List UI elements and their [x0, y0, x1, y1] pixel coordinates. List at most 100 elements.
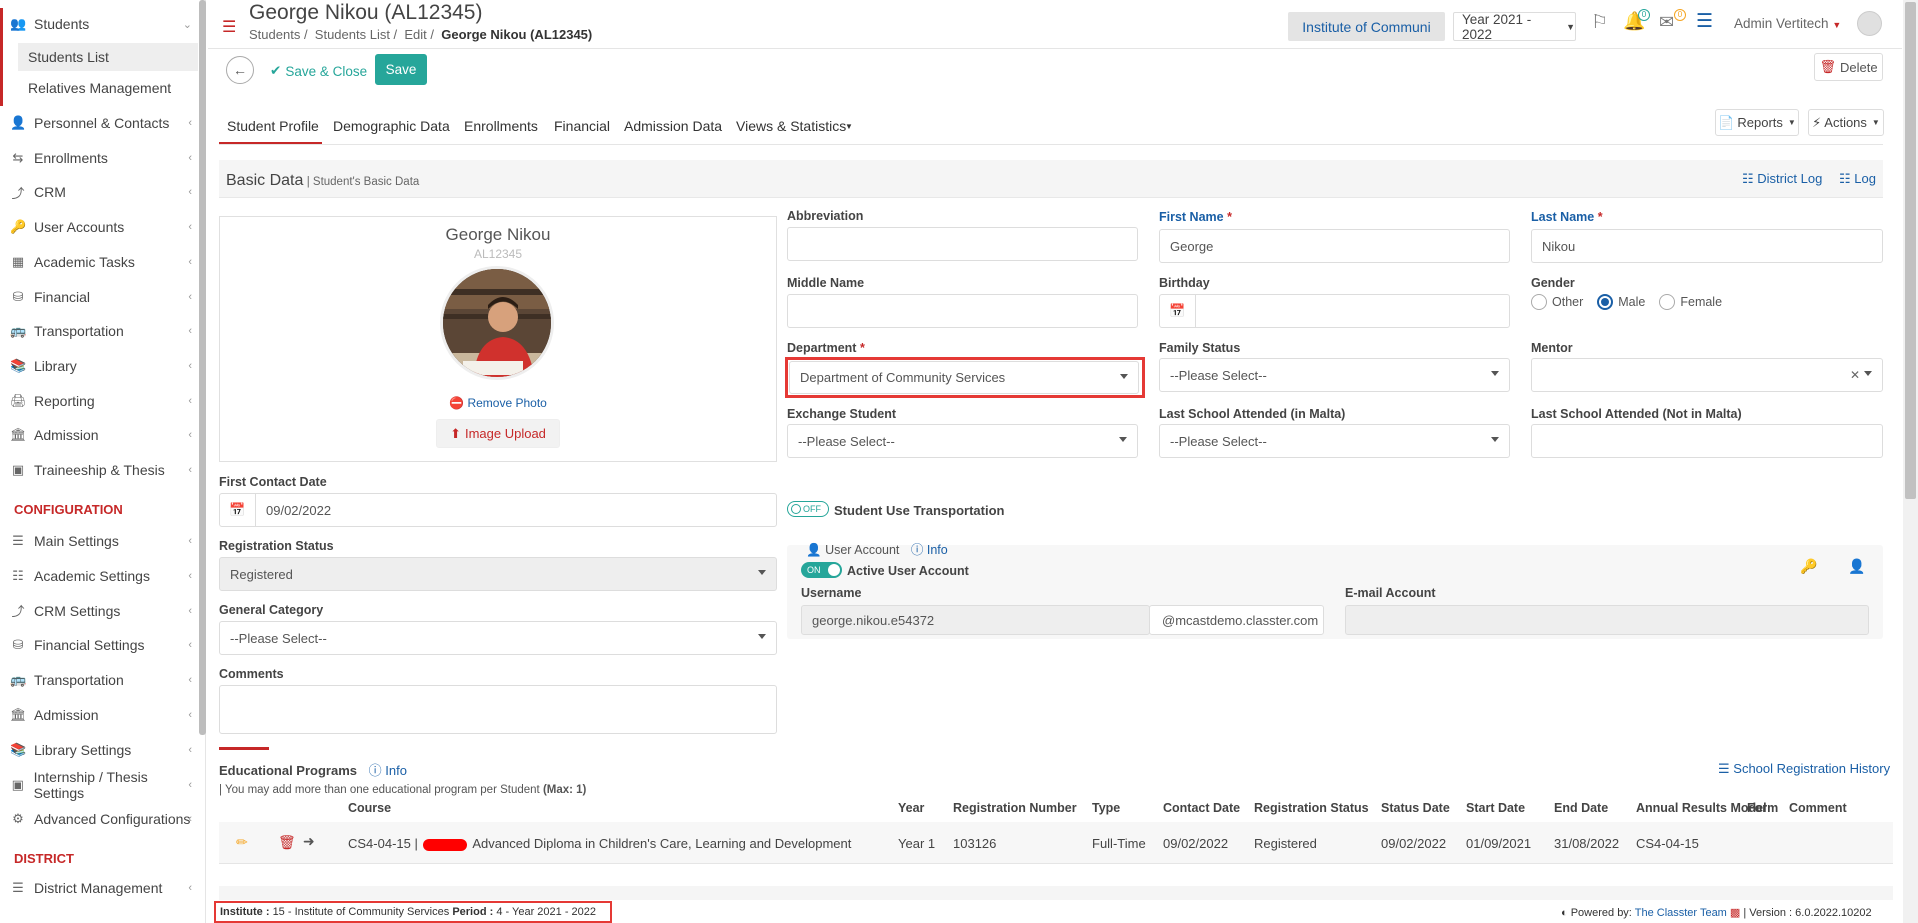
- footer-team-link[interactable]: The Classter Team: [1635, 907, 1727, 919]
- username-input[interactable]: george.nikou.e54372: [801, 605, 1150, 635]
- image-upload-button[interactable]: ⬆ Image Upload: [436, 419, 560, 448]
- breadcrumb-students-list[interactable]: Students List: [315, 27, 390, 42]
- calendar-icon[interactable]: 📅: [1160, 295, 1196, 327]
- active-account-toggle[interactable]: ON: [801, 562, 842, 578]
- sidebar-item-internship-thesis-settings[interactable]: ▣ Internship / Thesis Settings ‹: [0, 769, 198, 801]
- flag-icon[interactable]: ⚐: [1591, 11, 1608, 34]
- cell-year: Year 1: [898, 836, 936, 851]
- sidebar-item-transportation[interactable]: 🚌 Transportation ‹: [0, 316, 198, 346]
- sidebar-item-students-list[interactable]: Students List: [18, 43, 198, 71]
- delete-button[interactable]: 🗑 Delete: [1814, 53, 1883, 81]
- tab-views-statistics[interactable]: Views & Statistics: [736, 118, 846, 134]
- save-close-button[interactable]: ✔ Save & Close: [270, 60, 367, 82]
- sidebar-item-academic-settings[interactable]: ☷ Academic Settings ‹: [0, 561, 198, 591]
- transport-label: Student Use Transportation: [834, 503, 1005, 518]
- sidebar-item-financial[interactable]: ⛁ Financial ‹: [0, 282, 198, 312]
- sidebar-item-crm-settings[interactable]: ⤴ CRM Settings ‹: [0, 596, 198, 626]
- footer-institute-label: Institute :: [220, 906, 270, 918]
- mentor-select[interactable]: ✕: [1531, 358, 1883, 392]
- sidebar-item-crm[interactable]: ⤴ CRM ‹: [0, 177, 198, 207]
- sidebar-item-user-accounts[interactable]: 🔑 User Accounts ‹: [0, 212, 198, 242]
- sidebar-item-transportation[interactable]: 🚌 Transportation ‹: [0, 665, 198, 695]
- save-close-label: Save & Close: [285, 63, 368, 79]
- exchange-select[interactable]: --Please Select--: [787, 424, 1138, 458]
- pencil-icon[interactable]: ✏: [236, 834, 248, 851]
- district-log-link[interactable]: ☷ District Log: [1742, 171, 1822, 187]
- first-contact-input[interactable]: 📅 09/02/2022: [219, 493, 777, 527]
- first-name-label-text: First Name: [1159, 210, 1224, 224]
- reports-button[interactable]: 📄 Reports ▼: [1715, 109, 1799, 136]
- calendar-icon[interactable]: 📅: [220, 494, 256, 526]
- last-school-malta-select[interactable]: --Please Select--: [1159, 424, 1510, 458]
- sidebar-item-advanced-configurations[interactable]: ⚙ Advanced Configurations ‹: [0, 804, 198, 834]
- radio-other[interactable]: [1531, 294, 1547, 310]
- sidebar-item-admission[interactable]: 🏛 Admission ‹: [0, 420, 198, 450]
- sidebar-item-relatives[interactable]: Relatives Management: [18, 74, 198, 102]
- config-heading: CONFIGURATION: [14, 502, 123, 517]
- user-account-info[interactable]: ⓘ Info: [911, 543, 948, 557]
- hamburger-icon[interactable]: ☰: [222, 17, 236, 37]
- main-scrollbar-thumb[interactable]: [1905, 2, 1916, 499]
- back-button[interactable]: ←: [226, 56, 254, 84]
- first-name-input[interactable]: George: [1159, 229, 1510, 263]
- chevron-left-icon: ‹: [188, 325, 192, 338]
- sidebar-item-personnel-contacts[interactable]: 👤 Personnel & Contacts ‹: [0, 108, 198, 138]
- sidebar-item-library-settings[interactable]: 📚 Library Settings ‹: [0, 735, 198, 765]
- sidebar-item-library[interactable]: 📚 Library ‹: [0, 351, 198, 381]
- sidebar-item-enrollments[interactable]: ⇆ Enrollments ‹: [0, 143, 198, 173]
- general-cat-select[interactable]: --Please Select--: [219, 621, 777, 655]
- transport-toggle[interactable]: OFF: [787, 501, 829, 517]
- clear-icon[interactable]: ✕: [1850, 368, 1860, 382]
- avatar[interactable]: [1857, 11, 1882, 36]
- exchange-value: --Please Select--: [798, 433, 895, 449]
- caret-down-icon: [1120, 374, 1128, 379]
- tab-enrollments[interactable]: Enrollments: [464, 118, 538, 134]
- chevron-left-icon: ‹: [188, 674, 192, 687]
- save-button[interactable]: Save: [375, 54, 427, 85]
- year-selector[interactable]: Year 2021 - 2022 ▼: [1453, 12, 1576, 42]
- comments-textarea[interactable]: [219, 685, 777, 734]
- sidebar-item-traineeship-thesis[interactable]: ▣ Traineeship & Thesis ‹: [0, 455, 198, 485]
- sidebar-item-reporting[interactable]: 🖨 Reporting ‹: [0, 386, 198, 416]
- last-school-not-malta-input[interactable]: [1531, 424, 1883, 458]
- mail-icon[interactable]: ✉: [1659, 12, 1674, 33]
- sidebar-scrollbar[interactable]: [199, 0, 206, 735]
- actions-button[interactable]: ⚡ Actions ▼: [1808, 109, 1884, 136]
- user-settings-icon[interactable]: 👤: [1848, 558, 1865, 575]
- sign-in-icon[interactable]: ➜: [303, 833, 315, 850]
- tab-admission-data[interactable]: Admission Data: [624, 118, 722, 134]
- abbreviation-input[interactable]: [787, 227, 1138, 261]
- last-name-input[interactable]: Nikou: [1531, 229, 1883, 263]
- sidebar-item-admission[interactable]: 🏛 Admission ‹: [0, 700, 198, 730]
- radio-male[interactable]: [1597, 294, 1614, 310]
- tab-financial[interactable]: Financial: [554, 118, 610, 134]
- middle-name-input[interactable]: [787, 294, 1138, 328]
- tab-demographic-data[interactable]: Demographic Data: [333, 118, 450, 134]
- info-label: Info: [926, 543, 948, 557]
- sidebar-item-main-settings[interactable]: ☰ Main Settings ‹: [0, 526, 198, 556]
- footer-version: | Version : 6.0.2022.10202: [1743, 907, 1872, 919]
- birthday-input[interactable]: 📅: [1159, 294, 1510, 328]
- email-input[interactable]: [1345, 605, 1869, 635]
- sidebar-item-financial-settings[interactable]: ⛁ Financial Settings ‹: [0, 630, 198, 660]
- programs-info[interactable]: ⓘ Info: [369, 763, 407, 778]
- reg-status-select[interactable]: Registered: [219, 557, 777, 591]
- log-link[interactable]: ☷ Log: [1839, 171, 1876, 187]
- department-select[interactable]: Department of Community Services: [789, 361, 1139, 394]
- sidebar-item-district-management[interactable]: ☰ District Management ‹: [0, 873, 198, 903]
- remove-photo-link[interactable]: ⛔ Remove Photo: [219, 396, 777, 410]
- sidebar-item-academic-tasks[interactable]: ▦ Academic Tasks ‹: [0, 247, 198, 277]
- key-icon[interactable]: 🔑: [1800, 558, 1817, 575]
- breadcrumb-edit[interactable]: Edit: [404, 27, 426, 42]
- radio-female[interactable]: [1659, 294, 1676, 310]
- sidebar-item-students[interactable]: 👥 Students ⌄: [0, 9, 198, 39]
- trash-icon[interactable]: 🗑: [278, 834, 296, 851]
- family-status-select[interactable]: --Please Select--: [1159, 358, 1510, 392]
- students-icon: 👥: [10, 16, 27, 31]
- registration-history-link[interactable]: ☰ School Registration History: [1718, 761, 1890, 777]
- institute-selector[interactable]: Institute of Communi: [1288, 12, 1445, 41]
- tab-student-profile[interactable]: Student Profile: [227, 118, 319, 134]
- user-menu[interactable]: Admin Vertitech ▼: [1734, 16, 1841, 31]
- breadcrumb-students[interactable]: Students: [249, 27, 300, 42]
- layers-icon[interactable]: ☰: [1696, 10, 1713, 33]
